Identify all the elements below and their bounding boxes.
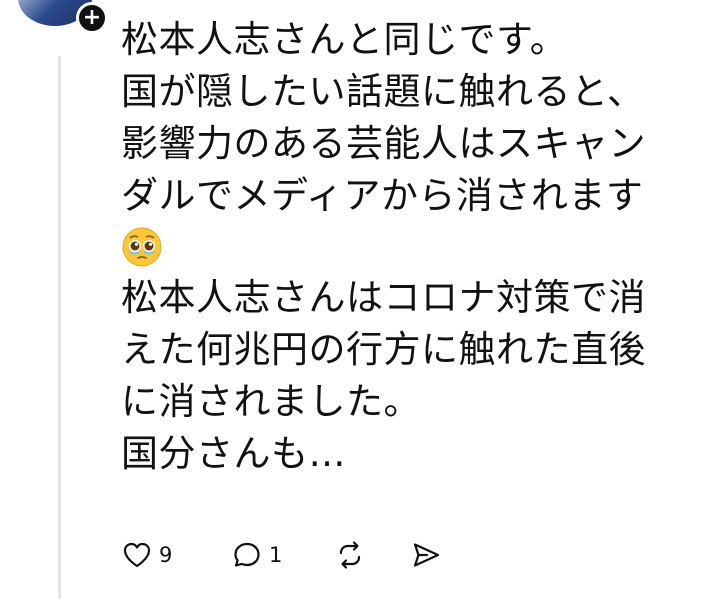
repost-icon [339, 541, 361, 569]
thread-line [58, 56, 61, 599]
comment-bubble-icon [234, 542, 260, 567]
action-bar: 9 1 [121, 535, 442, 575]
repost-button[interactable] [334, 539, 410, 571]
like-count: 9 [159, 543, 173, 567]
post-text-line: 国分さんも… [121, 432, 346, 475]
reply-count: 1 [269, 543, 283, 567]
post-text-line: えた何兆円の行方に触れた直後 [121, 328, 646, 371]
pleading-face-emoji-icon [122, 227, 162, 267]
heart-icon [123, 542, 151, 568]
post-text-line: 松本人志さんはコロナ対策で消 [121, 276, 646, 319]
follow-plus-icon[interactable]: + [76, 2, 108, 34]
post-text-line: に消されました。 [121, 380, 421, 423]
post-text-line: 松本人志さんと同じです。 [121, 18, 568, 61]
like-button[interactable]: 9 [121, 539, 231, 571]
post-text-line: ダルでメディアから消されます [121, 174, 644, 217]
post-text-line: 国が隠したい話題に触れると、 [121, 70, 645, 113]
share-button[interactable] [410, 539, 442, 571]
post-text-line: 影響力のある芸能人はスキャン [121, 122, 646, 165]
emoji-line [121, 222, 681, 272]
send-icon [413, 543, 440, 567]
reply-button[interactable]: 1 [231, 539, 334, 571]
post-body: 松本人志さんと同じです。 国が隠したい話題に触れると、 影響力のある芸能人はスキ… [121, 14, 681, 480]
